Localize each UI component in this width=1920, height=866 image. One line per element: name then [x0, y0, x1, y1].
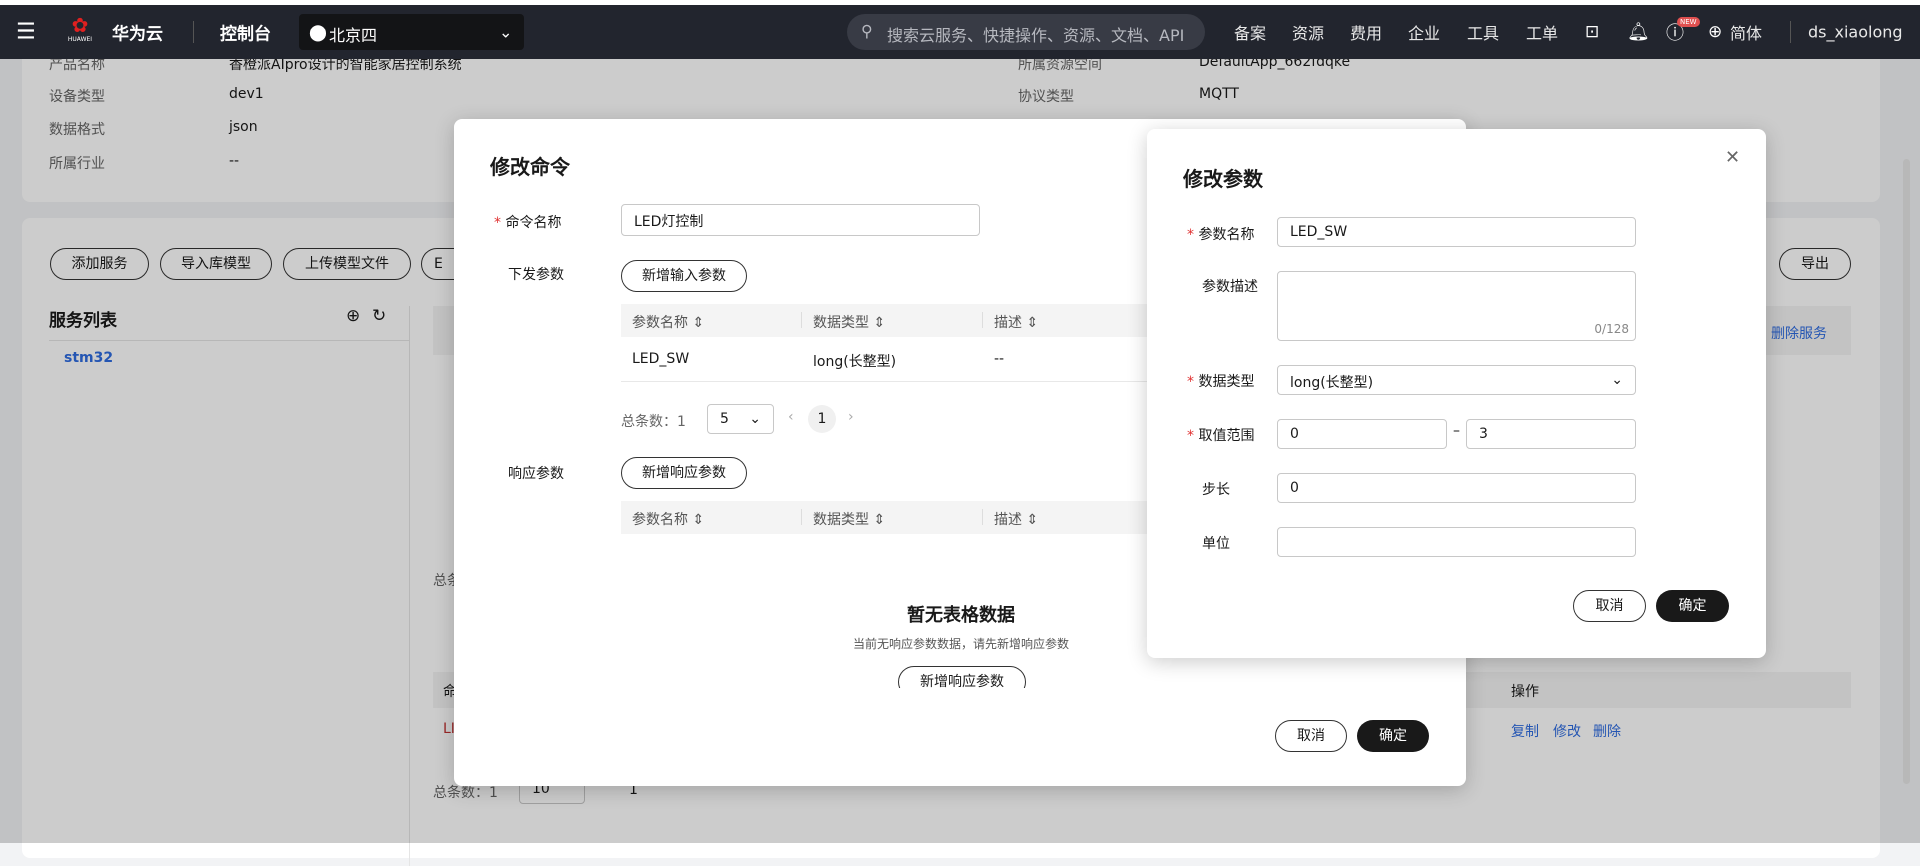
prev-page-icon[interactable]: ‹: [788, 409, 794, 425]
nav-resources[interactable]: 资源: [1292, 20, 1324, 44]
sort-icon: ⇕: [692, 315, 705, 331]
field-label: 下发参数: [508, 267, 564, 283]
modal-title: 修改参数: [1183, 167, 1263, 191]
field-label: 单位: [1202, 536, 1230, 552]
empty-add-response-button[interactable]: 新增响应参数: [898, 666, 1026, 688]
required-icon: *: [1187, 227, 1199, 243]
sort-icon: ⇕: [1026, 315, 1039, 331]
language-switch[interactable]: 简体: [1730, 20, 1762, 44]
add-input-param-button[interactable]: 新增输入参数: [621, 260, 747, 292]
brand-name[interactable]: 华为云: [112, 20, 163, 45]
top-bar: ☰ ✿ HUAWEI 华为云 控制台 ⬤ 北京四 ⌄ ⚲ 搜索云服务、快捷操作、资…: [0, 5, 1920, 59]
char-counter: 0/128: [1594, 322, 1629, 336]
chevron-down-icon: ⌄: [749, 411, 761, 427]
menu-icon[interactable]: ☰: [16, 20, 36, 45]
cancel-button[interactable]: 取消: [1573, 590, 1646, 622]
field-label: 数据类型: [1198, 374, 1255, 390]
location-icon: ⬤: [309, 22, 327, 42]
field-label: 参数描述: [1202, 279, 1258, 295]
total-count: 总条数：1: [621, 414, 686, 430]
nav-billing[interactable]: 费用: [1350, 20, 1382, 44]
nav-enterprise[interactable]: 企业: [1408, 20, 1440, 44]
range-min-input[interactable]: 0: [1277, 419, 1447, 449]
field-label: 步长: [1202, 482, 1230, 498]
scrollbar[interactable]: [1903, 159, 1910, 784]
cell-param-name: LED_SW: [632, 351, 690, 367]
column-header[interactable]: 数据类型 ⇕: [813, 509, 885, 529]
user-menu[interactable]: ds_xiaolong: [1808, 23, 1903, 42]
divider: [801, 312, 802, 328]
param-name-input[interactable]: LED_SW: [1277, 217, 1636, 247]
required-icon: *: [1187, 428, 1199, 444]
field-label: 取值范围: [1198, 428, 1255, 444]
new-badge: NEW: [1677, 17, 1700, 27]
sort-icon: ⇕: [1026, 512, 1039, 528]
range-max-input[interactable]: 3: [1466, 419, 1636, 449]
sort-icon: ⇕: [692, 512, 705, 528]
sort-icon: ⇕: [873, 512, 886, 528]
globe-icon[interactable]: ⊕: [1708, 22, 1722, 42]
column-header[interactable]: 描述 ⇕: [994, 312, 1038, 332]
column-header[interactable]: 参数名称 ⇕: [632, 312, 704, 332]
console-link[interactable]: 控制台: [220, 20, 271, 45]
add-response-param-button[interactable]: 新增响应参数: [621, 457, 747, 489]
modal-title: 修改命令: [490, 155, 570, 179]
huawei-logo[interactable]: ✿ HUAWEI: [66, 14, 94, 50]
param-description-textarea[interactable]: 0/128: [1277, 271, 1636, 341]
region-select[interactable]: ⬤ 北京四 ⌄: [299, 14, 524, 50]
nav-tools[interactable]: 工具: [1467, 20, 1499, 44]
divider: [1790, 21, 1791, 43]
close-icon[interactable]: ✕: [1725, 147, 1740, 168]
bell-icon[interactable]: 🔔︎: [1627, 22, 1650, 43]
divider: [193, 21, 194, 43]
confirm-button[interactable]: 确定: [1357, 720, 1429, 752]
column-header[interactable]: 参数名称 ⇕: [632, 509, 704, 529]
cell-data-type: long(长整型): [813, 354, 897, 370]
terminal-icon[interactable]: ⊡: [1585, 22, 1599, 42]
divider: [801, 509, 802, 525]
cancel-button[interactable]: 取消: [1275, 720, 1347, 752]
cell-description: --: [994, 351, 1005, 367]
next-page-icon[interactable]: ›: [848, 409, 854, 425]
page-1[interactable]: 1: [808, 405, 836, 433]
command-name-input[interactable]: LED灯控制: [621, 204, 980, 236]
range-dash: –: [1453, 423, 1460, 439]
nav-tickets[interactable]: 工单: [1526, 20, 1558, 44]
divider: [982, 312, 983, 328]
confirm-button[interactable]: 确定: [1656, 590, 1729, 622]
nav-beian[interactable]: 备案: [1234, 20, 1266, 44]
column-header[interactable]: 描述 ⇕: [994, 509, 1038, 529]
unit-input[interactable]: [1277, 527, 1636, 557]
edit-param-modal: 修改参数 ✕ * 参数名称 LED_SW 参数描述 0/128 * 数据类型 l…: [1147, 129, 1766, 658]
divider: [982, 509, 983, 525]
chevron-down-icon: ⌄: [499, 22, 513, 42]
search-input[interactable]: ⚲ 搜索云服务、快捷操作、资源、文档、API: [847, 14, 1205, 50]
field-label: 命令名称: [505, 215, 562, 231]
field-label: 参数名称: [1198, 227, 1255, 243]
page-size-select[interactable]: 5 ⌄: [707, 404, 774, 434]
column-header[interactable]: 数据类型 ⇕: [813, 312, 885, 332]
required-icon: *: [1187, 374, 1199, 390]
step-input[interactable]: 0: [1277, 473, 1636, 503]
sort-icon: ⇕: [873, 315, 886, 331]
search-icon: ⚲: [861, 21, 873, 41]
required-icon: *: [494, 215, 506, 231]
chevron-down-icon: ⌄: [1611, 372, 1623, 388]
data-type-select[interactable]: long(长整型) ⌄: [1277, 365, 1636, 395]
field-label: 响应参数: [508, 466, 564, 482]
